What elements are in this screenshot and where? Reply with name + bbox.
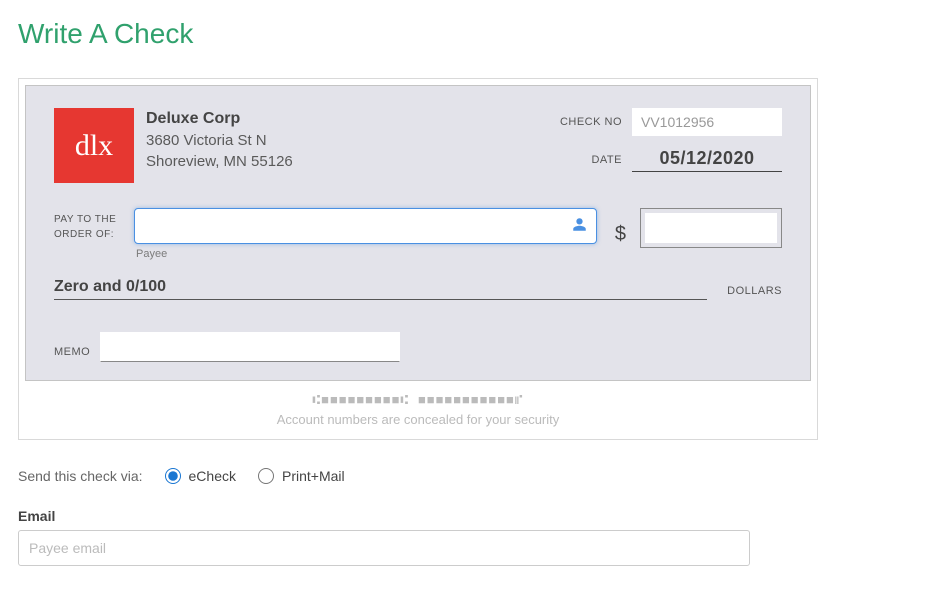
check: dlx Deluxe Corp 3680 Victoria St N Shore…	[25, 85, 811, 381]
from-addr-line2: Shoreview, MN 55126	[146, 151, 293, 172]
page-title: Write A Check	[18, 18, 918, 50]
check-no-label: CHECK NO	[560, 116, 622, 128]
radio-printmail[interactable]	[258, 468, 274, 484]
option-echeck[interactable]: eCheck	[165, 468, 236, 484]
amount-input[interactable]	[645, 213, 777, 243]
memo-input[interactable]	[100, 332, 400, 362]
from-logo: dlx	[54, 108, 134, 183]
micr-line: ⑆■■■■■■■■■⑆ ■■■■■■■■■■■⑈	[25, 393, 811, 408]
send-via-label: Send this check via:	[18, 468, 143, 484]
date-label: DATE	[591, 154, 622, 166]
radio-echeck[interactable]	[165, 468, 181, 484]
check-no-input[interactable]	[632, 108, 782, 136]
dollar-sign: $	[615, 223, 626, 246]
option-printmail[interactable]: Print+Mail	[258, 468, 345, 484]
date-value[interactable]: 05/12/2020	[632, 148, 782, 172]
from-name: Deluxe Corp	[146, 108, 293, 130]
person-icon[interactable]	[572, 217, 587, 235]
payee-sublabel: Payee	[136, 248, 597, 260]
amount-written: Zero and 0/100	[54, 278, 707, 300]
send-via-row: Send this check via: eCheck Print+Mail	[18, 468, 918, 484]
from-block: dlx Deluxe Corp 3680 Victoria St N Shore…	[54, 108, 293, 184]
amount-box	[640, 208, 782, 248]
memo-label: MEMO	[54, 346, 90, 362]
paytoo-label: PAY TO THE ORDER OF:	[54, 208, 134, 242]
concealed-note: Account numbers are concealed for your s…	[25, 412, 811, 427]
dollars-label: DOLLARS	[727, 285, 782, 300]
email-input[interactable]	[18, 530, 750, 566]
from-addr-line1: 3680 Victoria St N	[146, 130, 293, 151]
check-container: dlx Deluxe Corp 3680 Victoria St N Shore…	[18, 78, 818, 440]
email-label: Email	[18, 508, 918, 524]
payee-input[interactable]	[134, 208, 597, 244]
